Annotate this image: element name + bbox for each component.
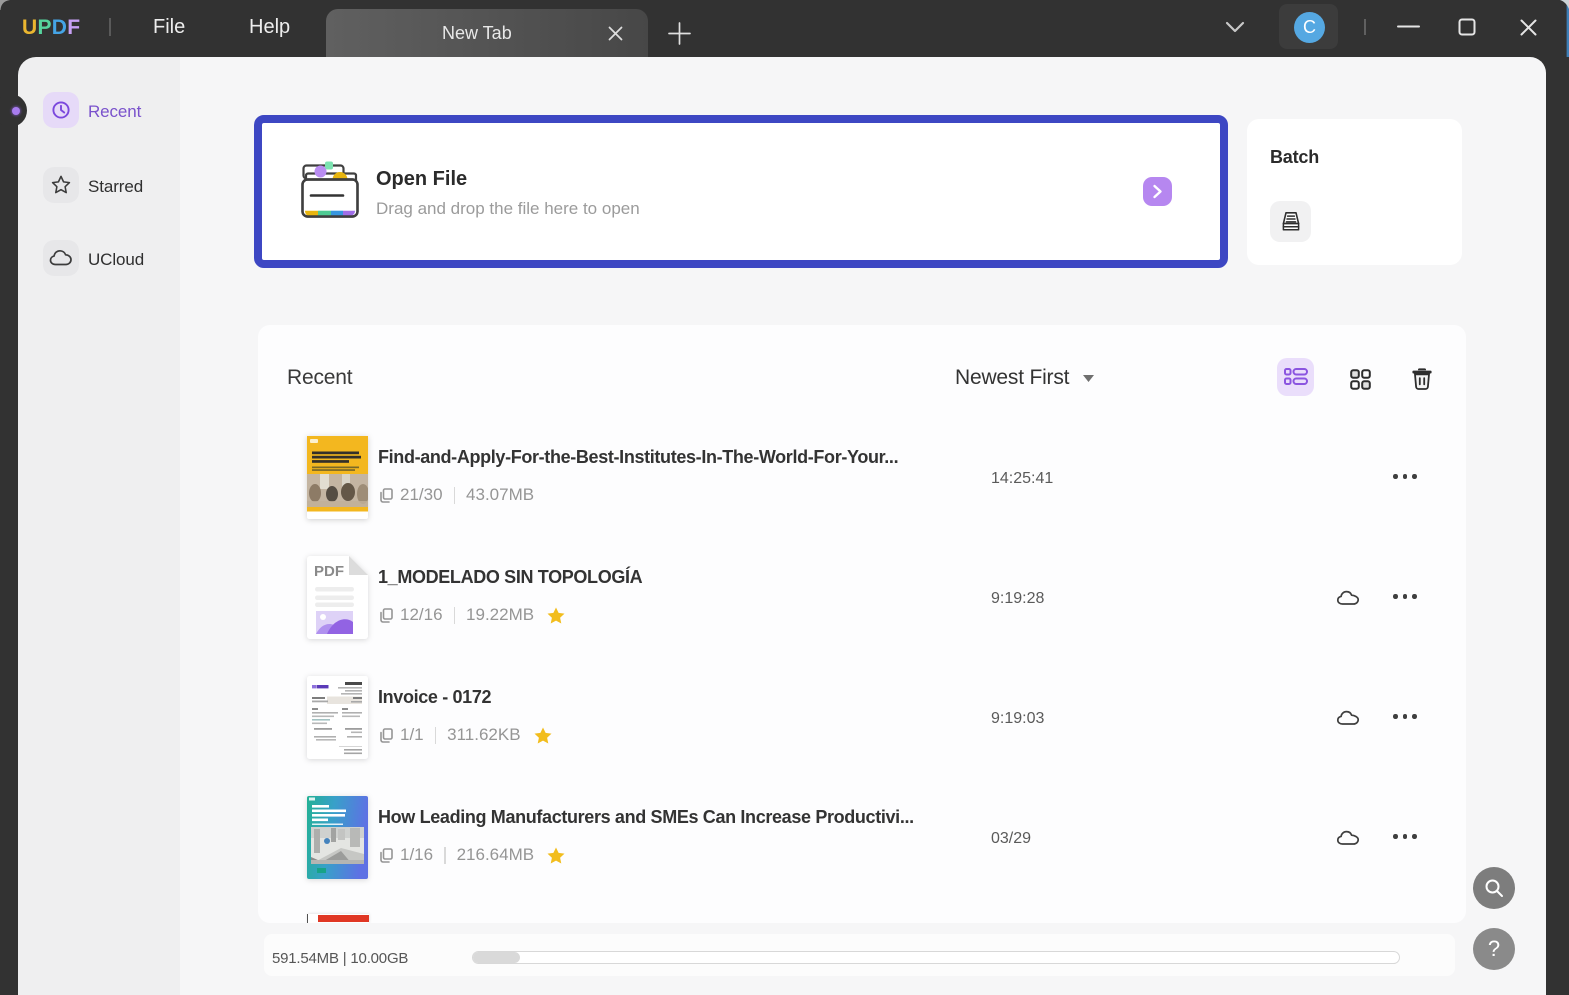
svg-text:PDF: PDF bbox=[314, 563, 344, 580]
